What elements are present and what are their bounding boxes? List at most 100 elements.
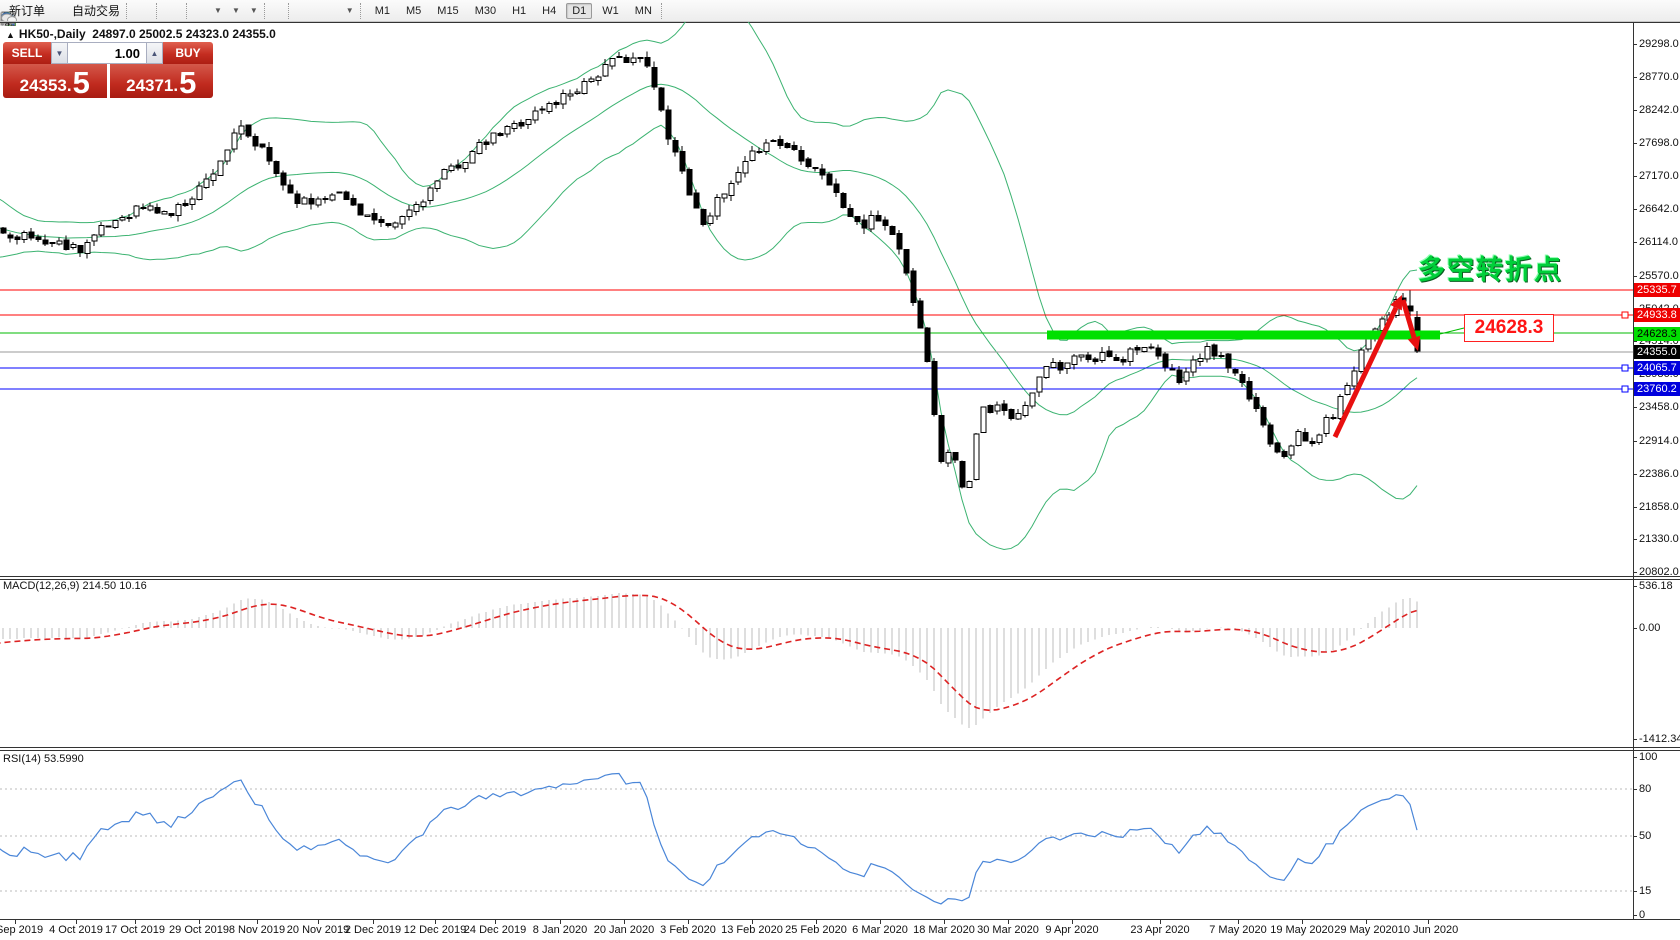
candle-body [1233,369,1238,373]
trendline-button[interactable] [309,2,315,20]
line-handle-marker[interactable] [1622,365,1628,371]
candle-body [1128,349,1133,361]
rsi-chart[interactable] [0,750,1633,919]
toolbar-separator [264,3,270,19]
tile-windows-button[interactable] [177,2,183,20]
candle-body [414,205,419,212]
candle-body [1114,358,1119,361]
templates-button[interactable]: ▼ [243,2,261,20]
cursor-button[interactable] [273,2,279,20]
tf-button-D1[interactable]: D1 [566,3,592,19]
volume-input[interactable]: 1.00 [68,42,146,64]
candle-body [8,235,13,238]
candle-body [1037,377,1042,392]
candle-body [988,405,993,412]
candle-body [708,216,713,223]
date-label: 9 Apr 2020 [1045,924,1098,936]
tf-button-M1[interactable]: M1 [369,3,396,19]
candle-body [365,215,370,216]
candle-body [918,301,923,328]
sell-price[interactable]: 24353.5 [3,64,107,98]
tf-button-W1[interactable]: W1 [596,3,625,19]
tf-button-M15[interactable]: M15 [431,3,464,19]
crosshair-button[interactable] [279,2,285,20]
candle-body [624,57,629,62]
buy-price[interactable]: 24371.5 [110,64,214,98]
mt4-window: 新订单 自动交易 [0,0,1680,940]
auto-trading-button[interactable]: 自动交易 [66,2,123,20]
line-chart-button[interactable] [147,2,153,20]
candle-body [519,122,524,126]
candle-body [659,88,664,110]
candle-body [92,235,97,241]
tf-button-MN[interactable]: MN [629,3,658,19]
volume-increase-button[interactable]: ▲ [146,42,163,64]
candle-body [666,110,671,139]
candle-body [1205,346,1210,358]
candle-body [1100,352,1105,360]
candle-body [288,185,293,193]
toolbar-separator [661,3,667,19]
candle-body [239,126,244,134]
candle-body [694,193,699,208]
macd-tick-dash [1633,586,1637,587]
price-badge: 24355.0 [1634,345,1680,359]
line-handle-marker[interactable] [1622,386,1628,392]
candle-body [715,198,720,216]
candle-body [183,203,188,205]
expander-icon[interactable]: ▲ [6,30,15,40]
candle-body [967,481,972,487]
horizontal-line-button[interactable] [303,2,309,20]
arrows-button[interactable]: ▼ [339,2,357,20]
candle-body [295,194,300,203]
candle-body [484,142,489,145]
candle-body [1016,414,1021,420]
equidistant-channel-button[interactable]: E [315,2,321,20]
vertical-line-button[interactable] [297,2,303,20]
periods-button[interactable]: ▼ [225,2,243,20]
candle-body [85,242,90,253]
candle-body [820,169,825,175]
main-chart[interactable] [0,22,1633,576]
candle-body [925,328,930,361]
date-label: 17 Oct 2019 [105,924,165,936]
indicators-button[interactable]: ▼ [207,2,225,20]
level-price-label[interactable]: 24628.3 [1464,314,1554,342]
tf-button-H4[interactable]: H4 [536,3,562,19]
tf-button-H1[interactable]: H1 [506,3,532,19]
text-button[interactable]: A [327,2,333,20]
buy-button[interactable]: BUY [163,42,213,64]
candle-body [890,227,895,235]
price-tick-label: 27170.0 [1639,170,1679,182]
candle-body [57,241,62,244]
date-label: 20 Jan 2020 [594,924,655,936]
candle-body [701,209,706,224]
macd-chart[interactable] [0,579,1633,746]
sell-button[interactable]: SELL [3,42,51,64]
dropdown-arrow-icon: ▼ [232,6,240,15]
candle-body [974,434,979,480]
line-handle-marker[interactable] [1622,312,1628,318]
candle-body [617,56,622,57]
macd-divider-top[interactable] [0,576,1680,577]
candle-body [750,151,755,160]
candle-body [393,223,398,227]
rsi-tick-dash [1633,915,1637,916]
candle-body [575,92,580,94]
volume-decrease-button[interactable]: ▼ [51,42,68,64]
candle-body [204,179,209,187]
candle-body [778,140,783,146]
candle-body [15,237,20,239]
text-label-button[interactable]: T [333,2,339,20]
candle-body [477,142,482,153]
rsi-divider-top[interactable] [0,747,1680,748]
candle-body [834,184,839,193]
candle-body [1261,408,1266,425]
fibonacci-button[interactable]: F [321,2,327,20]
price-badge: 24065.7 [1634,361,1680,375]
tf-button-M5[interactable]: M5 [400,3,427,19]
turning-point-annotation: 多空转折点 [1418,248,1563,287]
rsi-tick-dash [1633,836,1637,837]
toolbar-separator [126,3,132,19]
tf-button-M30[interactable]: M30 [469,3,502,19]
